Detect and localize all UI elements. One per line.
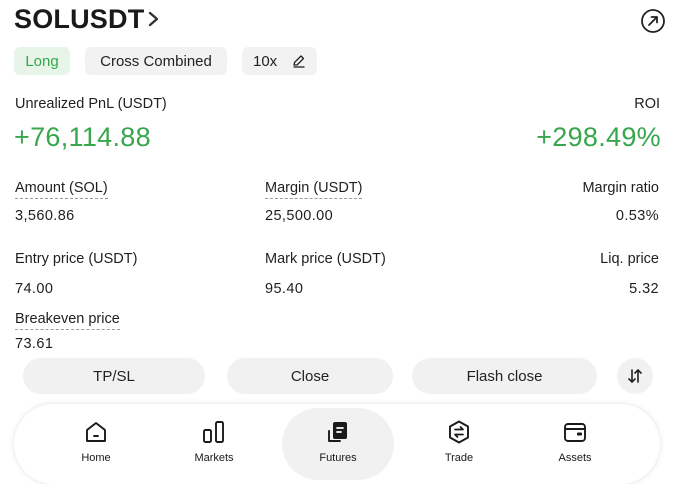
amount-label[interactable]: Amount (SOL) — [15, 180, 108, 199]
unrealized-pnl-label: Unrealized PnL (USDT) — [15, 96, 167, 112]
nav-label-home: Home — [81, 452, 111, 464]
liq-price-value: 5.32 — [629, 281, 659, 297]
futures-icon — [328, 422, 347, 442]
roi-label: ROI — [634, 96, 660, 112]
assets-icon — [564, 423, 586, 442]
unrealized-pnl-value: +76,114.88 — [14, 122, 151, 152]
roi-value: +298.49% — [536, 122, 661, 152]
share-icon[interactable] — [640, 8, 666, 34]
margin-ratio-value: 0.53% — [615, 208, 659, 224]
nav-item-home[interactable]: Home — [46, 404, 146, 480]
chevron-right-icon[interactable] — [146, 10, 162, 28]
mark-price-label: Mark price (USDT) — [265, 251, 386, 267]
nav-item-futures[interactable]: Futures — [288, 404, 388, 480]
mark-price-value: 95.40 — [265, 281, 304, 297]
amount-value: 3,560.86 — [15, 208, 75, 224]
nav-item-trade[interactable]: Trade — [409, 404, 509, 480]
nav-item-markets[interactable]: Markets — [164, 404, 264, 480]
swap-vertical-icon — [628, 369, 642, 383]
entry-price-value: 74.00 — [15, 281, 54, 297]
leverage-button[interactable]: 10x — [242, 47, 317, 75]
nav-label-trade: Trade — [444, 452, 474, 464]
reverse-position-button[interactable] — [617, 358, 653, 394]
leverage-label: 10x — [253, 52, 278, 70]
symbol-title[interactable]: SOLUSDT — [14, 4, 144, 35]
nav-label-futures: Futures — [319, 452, 357, 464]
trade-icon — [449, 420, 469, 444]
markets-icon — [203, 421, 224, 443]
margin-label[interactable]: Margin (USDT) — [265, 180, 363, 199]
entry-price-label: Entry price (USDT) — [15, 251, 138, 267]
breakeven-price-label[interactable]: Breakeven price — [15, 311, 120, 330]
close-button[interactable]: Close — [227, 358, 393, 394]
side-badge: Long — [14, 47, 70, 75]
liq-price-label: Liq. price — [600, 251, 659, 267]
nav-item-assets[interactable]: Assets — [525, 404, 625, 480]
margin-value: 25,500.00 — [265, 208, 334, 224]
tpsl-button[interactable]: TP/SL — [23, 358, 205, 394]
nav-label-markets: Markets — [194, 452, 234, 464]
flash-close-button[interactable]: Flash close — [412, 358, 597, 394]
edit-icon — [293, 55, 305, 68]
margin-ratio-label: Margin ratio — [582, 180, 659, 196]
home-icon — [86, 422, 106, 442]
bottom-nav: Home Markets Futures Trade Assets — [14, 404, 660, 484]
nav-label-assets: Assets — [558, 452, 592, 464]
margin-mode-button[interactable]: Cross Combined — [85, 47, 227, 75]
breakeven-price-value: 73.61 — [15, 336, 54, 352]
